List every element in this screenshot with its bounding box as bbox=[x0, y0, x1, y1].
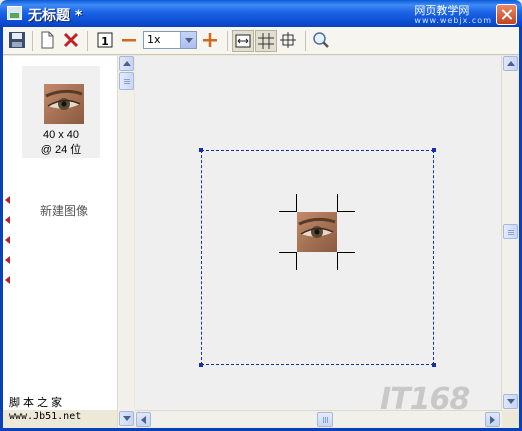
image-thumbnail-card[interactable]: 40 x 40 @ 24 位 bbox=[22, 66, 100, 158]
window-title: 无标题 * bbox=[28, 8, 83, 24]
selection-rectangle[interactable] bbox=[201, 150, 434, 365]
delete-icon[interactable] bbox=[61, 30, 83, 52]
new-page-icon[interactable] bbox=[37, 30, 59, 52]
toolbar-separator bbox=[32, 31, 33, 51]
toolbar-separator bbox=[227, 31, 228, 51]
scrollbar-corner bbox=[502, 410, 519, 428]
close-window-button[interactable] bbox=[496, 4, 517, 25]
title-bar: 无标题 * 网页教学网 www.webjx.com bbox=[0, 0, 522, 27]
watermark-webjx-text: 网页教学网 bbox=[414, 4, 470, 17]
scroll-left-button[interactable] bbox=[136, 412, 151, 427]
left-panel-vscrollbar[interactable] bbox=[117, 56, 134, 427]
resize-handle-bottom-right[interactable] bbox=[432, 363, 436, 367]
scroll-up-button[interactable] bbox=[503, 56, 518, 71]
new-image-link[interactable]: 新建图像 bbox=[3, 202, 125, 219]
left-arrow-icon bbox=[5, 276, 10, 284]
image-list-panel: 40 x 40 @ 24 位 新建图像 脚本之家 www.Jb51.net bbox=[3, 56, 117, 422]
grid-icon[interactable] bbox=[255, 30, 277, 52]
canvas-hscrollbar[interactable] bbox=[135, 410, 502, 427]
image-canvas[interactable] bbox=[135, 56, 501, 410]
actual-size-icon[interactable]: 1 bbox=[95, 30, 117, 52]
crop-mark-top-left bbox=[279, 194, 297, 212]
scroll-thumb[interactable] bbox=[503, 224, 518, 239]
zoom-out-icon[interactable] bbox=[119, 30, 141, 52]
watermark-jb51: 脚本之家 bbox=[9, 396, 65, 409]
crosshair-icon[interactable] bbox=[278, 30, 300, 52]
resize-handle-top-right[interactable] bbox=[432, 148, 436, 152]
crop-mark-bottom-right bbox=[337, 252, 355, 270]
toolbar: 1 1x bbox=[3, 27, 519, 55]
magnifier-icon[interactable] bbox=[311, 30, 333, 52]
scroll-thumb[interactable] bbox=[317, 412, 333, 427]
canvas-vscrollbar[interactable] bbox=[501, 56, 518, 410]
resize-handle-bottom-left[interactable] bbox=[199, 363, 203, 367]
left-arrow-icon bbox=[5, 236, 10, 244]
chevron-down-icon[interactable] bbox=[180, 32, 196, 48]
left-arrow-icon bbox=[5, 256, 10, 264]
scroll-down-button[interactable] bbox=[503, 394, 518, 409]
svg-text:1: 1 bbox=[101, 35, 109, 48]
scroll-down-button[interactable] bbox=[119, 411, 134, 426]
zoom-value: 1x bbox=[147, 33, 161, 46]
zoom-in-icon[interactable] bbox=[200, 30, 222, 52]
watermark-jb51-url: www.Jb51.net bbox=[9, 411, 82, 422]
color-depth-label: @ 24 位 bbox=[40, 144, 82, 156]
eye-canvas-image[interactable] bbox=[297, 212, 337, 252]
crop-mark-top-right bbox=[337, 194, 355, 212]
save-icon[interactable] bbox=[7, 30, 29, 52]
zoom-select[interactable]: 1x bbox=[143, 31, 197, 49]
toolbar-separator bbox=[305, 31, 306, 51]
crop-mark-bottom-left bbox=[279, 252, 297, 270]
scroll-up-button[interactable] bbox=[119, 56, 134, 71]
scroll-thumb[interactable] bbox=[119, 72, 134, 90]
eye-thumbnail-image bbox=[44, 84, 84, 124]
fit-width-icon[interactable] bbox=[232, 30, 254, 52]
app-icon bbox=[7, 6, 22, 20]
watermark-webjx-url: www.webjx.com bbox=[414, 16, 492, 25]
watermark-webjx: 网页教学网 www.webjx.com bbox=[414, 4, 492, 26]
resize-handle-top-left[interactable] bbox=[199, 148, 203, 152]
scroll-right-button[interactable] bbox=[485, 412, 500, 427]
image-size-label: 40 x 40 bbox=[42, 129, 80, 141]
toolbar-separator bbox=[87, 31, 88, 51]
